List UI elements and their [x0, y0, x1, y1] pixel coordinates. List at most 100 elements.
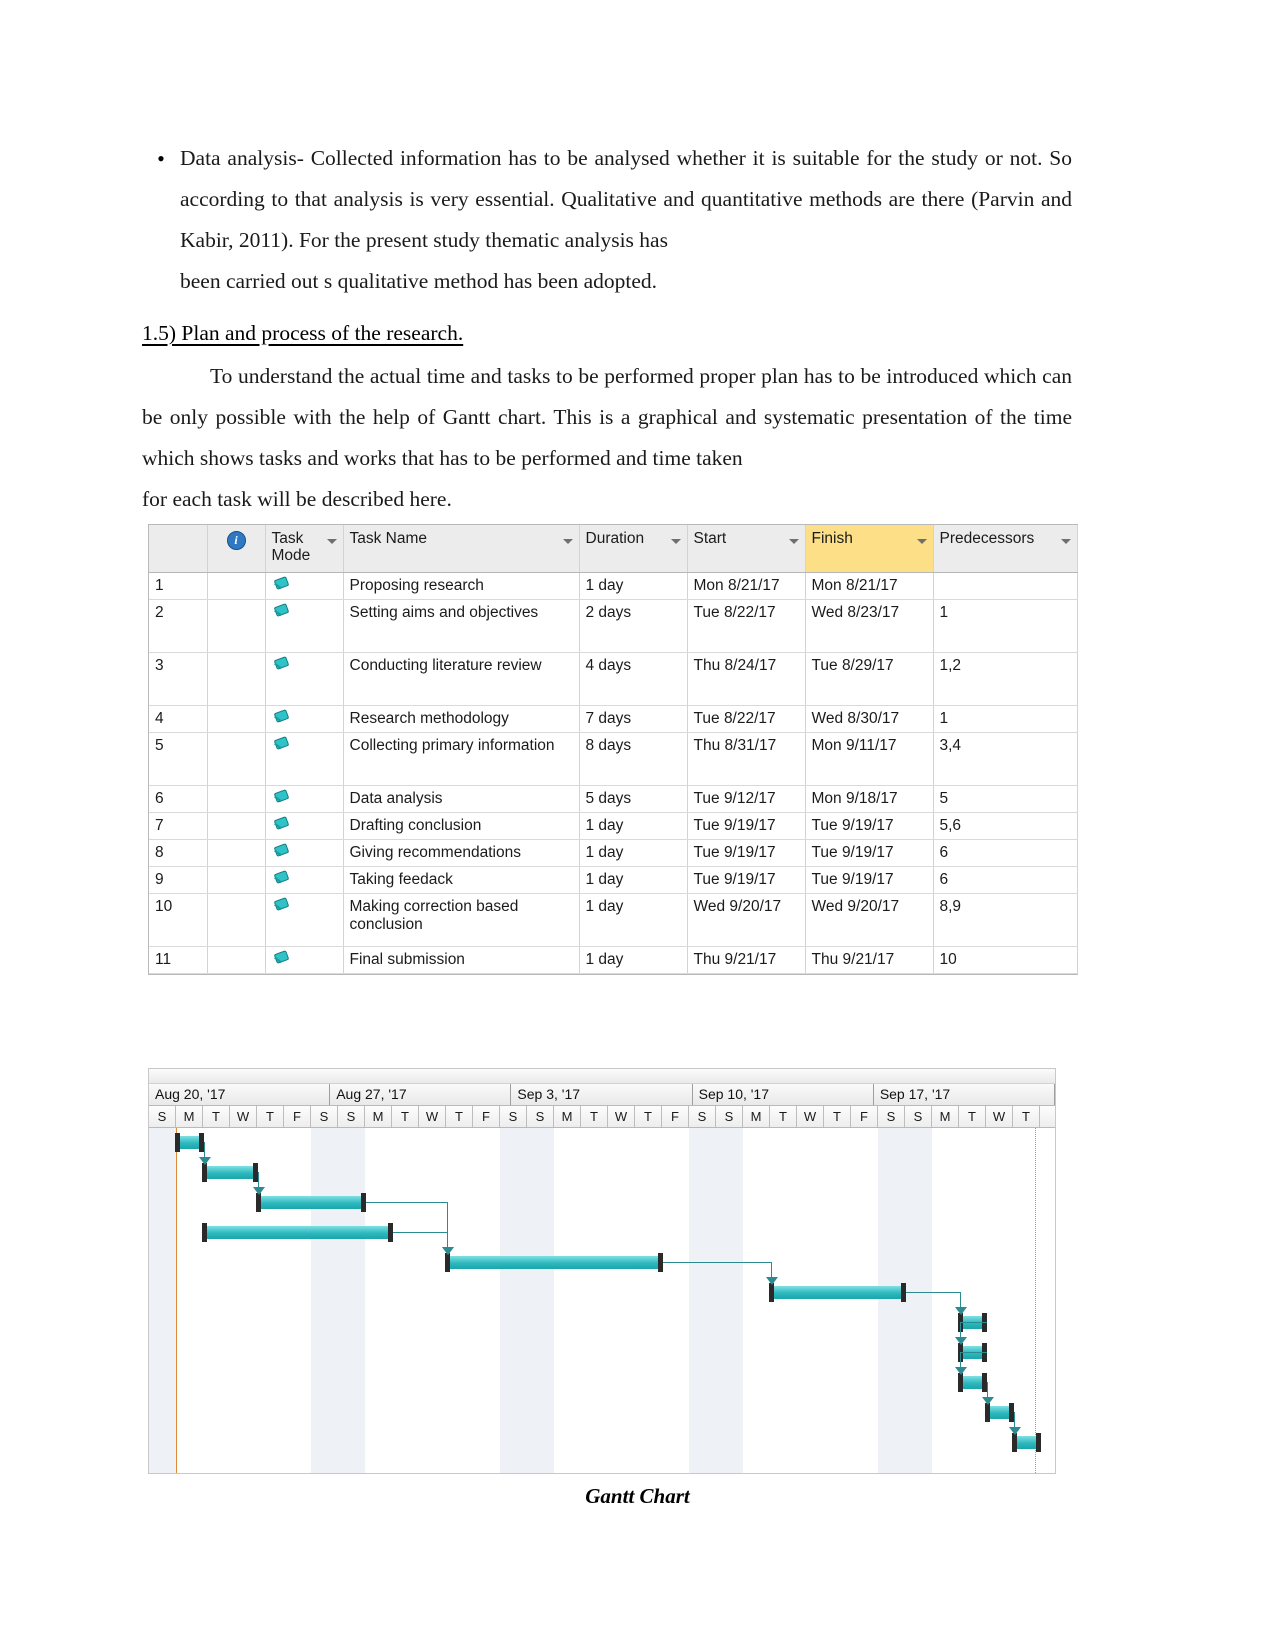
table-row[interactable]: 1 Proposing research 1 day Mon 8/21/17 Mon 8…: [149, 572, 1078, 600]
gantt-bar[interactable]: [202, 1223, 393, 1242]
cell-duration[interactable]: 5 days: [579, 785, 688, 813]
gantt-bar[interactable]: [1012, 1433, 1041, 1452]
cell-finish[interactable]: Tue 9/19/17: [805, 866, 934, 894]
cell-task-mode[interactable]: [265, 599, 344, 653]
chevron-down-icon-predecessors[interactable]: [1060, 539, 1071, 544]
cell-task-name[interactable]: Setting aims and objectives: [343, 599, 580, 653]
cell-predecessors[interactable]: 5: [933, 785, 1078, 813]
chevron-down-icon-finish[interactable]: [916, 539, 927, 544]
chevron-down-icon-duration[interactable]: [670, 539, 681, 544]
table-row[interactable]: 10 Making correction based conclusion 1 da…: [149, 893, 1078, 947]
table-row[interactable]: 3 Conducting literature review 4 days Thu 8…: [149, 652, 1078, 706]
cell-duration[interactable]: 8 days: [579, 732, 688, 786]
cell-task-name[interactable]: Making correction based conclusion: [343, 893, 580, 947]
table-row[interactable]: 5 Collecting primary information 8 days Thu…: [149, 732, 1078, 786]
cell-start[interactable]: Thu 8/24/17: [687, 652, 806, 706]
cell-task-name[interactable]: Drafting conclusion: [343, 812, 580, 840]
cell-task-name[interactable]: Collecting primary information: [343, 732, 580, 786]
cell-duration[interactable]: 1 day: [579, 946, 688, 974]
column-header-task-mode[interactable]: Task Mode: [265, 525, 344, 573]
cell-duration[interactable]: 4 days: [579, 652, 688, 706]
cell-task-mode[interactable]: [265, 866, 344, 894]
cell-predecessors[interactable]: 3,4: [933, 732, 1078, 786]
table-row[interactable]: 8 Giving recommendations 1 day Tue 9/19/17 T…: [149, 839, 1078, 867]
table-row[interactable]: 6 Data analysis 5 days Tue 9/12/17 Mon 9/18/…: [149, 785, 1078, 813]
cell-start[interactable]: Tue 9/12/17: [687, 785, 806, 813]
column-header-start[interactable]: Start: [687, 525, 806, 573]
table-row[interactable]: 11 Final submission 1 day Thu 9/21/17 Thu 9/…: [149, 946, 1078, 974]
cell-predecessors[interactable]: 1,2: [933, 652, 1078, 706]
cell-duration[interactable]: 1 day: [579, 839, 688, 867]
cell-task-mode[interactable]: [265, 893, 344, 947]
cell-start[interactable]: Thu 8/31/17: [687, 732, 806, 786]
cell-finish[interactable]: Mon 9/11/17: [805, 732, 934, 786]
column-header-task-name[interactable]: Task Name: [343, 525, 580, 573]
today-marker-line: [176, 1128, 177, 1473]
cell-start[interactable]: Tue 9/19/17: [687, 866, 806, 894]
cell-duration[interactable]: 1 day: [579, 572, 688, 600]
cell-task-mode[interactable]: [265, 946, 344, 974]
chevron-down-icon-task-mode[interactable]: [326, 539, 337, 544]
gantt-bar[interactable]: [985, 1403, 1014, 1422]
cell-predecessors[interactable]: 8,9: [933, 893, 1078, 947]
column-header-finish[interactable]: Finish: [805, 525, 934, 573]
cell-finish[interactable]: Tue 8/29/17: [805, 652, 934, 706]
cell-duration[interactable]: 7 days: [579, 705, 688, 733]
chevron-down-icon-start[interactable]: [788, 539, 799, 544]
cell-predecessors[interactable]: 5,6: [933, 812, 1078, 840]
cell-task-name[interactable]: Conducting literature review: [343, 652, 580, 706]
cell-start[interactable]: Tue 8/22/17: [687, 705, 806, 733]
cell-start[interactable]: Thu 9/21/17: [687, 946, 806, 974]
cell-task-name[interactable]: Data analysis: [343, 785, 580, 813]
cell-finish[interactable]: Wed 8/23/17: [805, 599, 934, 653]
cell-task-mode[interactable]: [265, 812, 344, 840]
cell-duration[interactable]: 2 days: [579, 599, 688, 653]
cell-task-mode[interactable]: [265, 839, 344, 867]
cell-finish[interactable]: Wed 8/30/17: [805, 705, 934, 733]
column-header-duration[interactable]: Duration: [579, 525, 688, 573]
cell-predecessors[interactable]: [933, 572, 1078, 600]
gantt-bar[interactable]: [256, 1193, 366, 1212]
gantt-bar[interactable]: [202, 1163, 258, 1182]
cell-start[interactable]: Tue 9/19/17: [687, 812, 806, 840]
cell-duration[interactable]: 1 day: [579, 893, 688, 947]
cell-task-name[interactable]: Proposing research: [343, 572, 580, 600]
cell-task-mode[interactable]: [265, 652, 344, 706]
cell-task-mode[interactable]: [265, 705, 344, 733]
gantt-bar[interactable]: [445, 1253, 663, 1272]
chevron-down-icon-task-name[interactable]: [562, 539, 573, 544]
cell-finish[interactable]: Tue 9/19/17: [805, 839, 934, 867]
cell-predecessors[interactable]: 6: [933, 866, 1078, 894]
cell-task-name[interactable]: Taking feedack: [343, 866, 580, 894]
cell-finish[interactable]: Thu 9/21/17: [805, 946, 934, 974]
table-row[interactable]: 9 Taking feedack 1 day Tue 9/19/17 Tue 9/19/…: [149, 866, 1078, 894]
cell-start[interactable]: Tue 9/19/17: [687, 839, 806, 867]
gantt-bar[interactable]: [769, 1283, 906, 1302]
cell-task-mode[interactable]: [265, 732, 344, 786]
cell-finish[interactable]: Mon 8/21/17: [805, 572, 934, 600]
cell-predecessors[interactable]: 6: [933, 839, 1078, 867]
cell-task-name[interactable]: Final submission: [343, 946, 580, 974]
table-row[interactable]: 4 Research methodology 7 days Tue 8/22/17 We…: [149, 705, 1078, 733]
cell-task-mode[interactable]: [265, 785, 344, 813]
column-label-predecessors: Predecessors: [939, 530, 1035, 547]
cell-duration[interactable]: 1 day: [579, 866, 688, 894]
gantt-bar[interactable]: [175, 1133, 204, 1152]
cell-task-mode[interactable]: [265, 572, 344, 600]
cell-predecessors[interactable]: 10: [933, 946, 1078, 974]
cell-finish[interactable]: Mon 9/18/17: [805, 785, 934, 813]
cell-duration[interactable]: 1 day: [579, 812, 688, 840]
cell-task-name[interactable]: Research methodology: [343, 705, 580, 733]
cell-task-name[interactable]: Giving recommendations: [343, 839, 580, 867]
cell-start[interactable]: Tue 8/22/17: [687, 599, 806, 653]
cell-predecessors[interactable]: 1: [933, 599, 1078, 653]
gantt-bar[interactable]: [958, 1373, 987, 1392]
cell-finish[interactable]: Tue 9/19/17: [805, 812, 934, 840]
cell-start[interactable]: Mon 8/21/17: [687, 572, 806, 600]
cell-finish[interactable]: Wed 9/20/17: [805, 893, 934, 947]
cell-start[interactable]: Wed 9/20/17: [687, 893, 806, 947]
table-row[interactable]: 7 Drafting conclusion 1 day Tue 9/19/17 Tue …: [149, 812, 1078, 840]
cell-predecessors[interactable]: 1: [933, 705, 1078, 733]
table-row[interactable]: 2 Setting aims and objectives 2 days Tue 8/…: [149, 599, 1078, 653]
column-header-predecessors[interactable]: Predecessors: [933, 525, 1078, 573]
